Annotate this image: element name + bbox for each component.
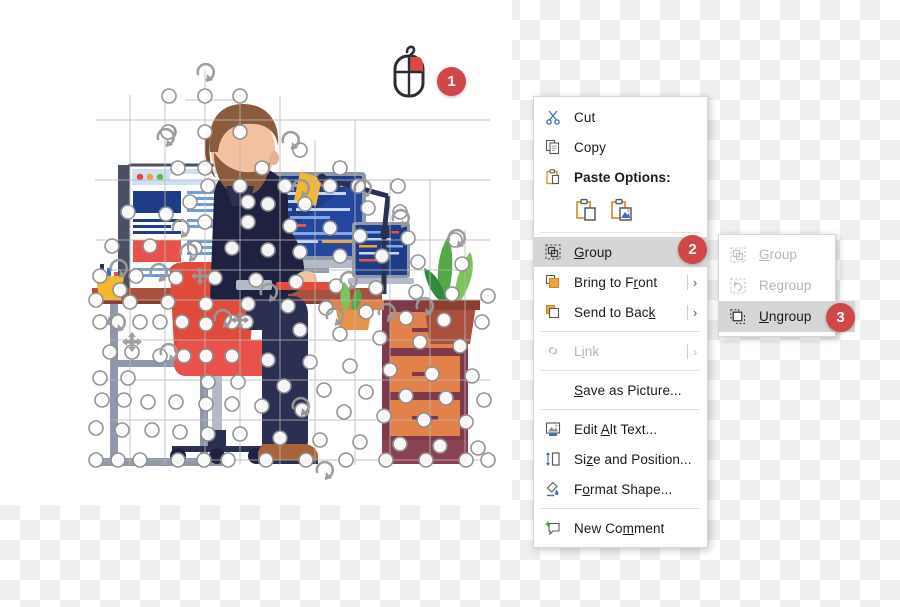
shape-context-menu[interactable]: Cut Copy Paste Options: Group Bring to F… bbox=[533, 96, 708, 548]
group-submenu[interactable]: Group Regroup Ungroup bbox=[718, 234, 855, 337]
menu-item-format-shape[interactable]: Format Shape... bbox=[534, 474, 707, 504]
illustration-canvas bbox=[0, 0, 512, 505]
menu-item-bring-to-front[interactable]: Bring to Front › bbox=[534, 267, 707, 297]
submenu-item-regroup: Regroup bbox=[719, 270, 835, 301]
copy-icon bbox=[542, 137, 564, 157]
bring-to-front-icon bbox=[542, 272, 564, 292]
menu-item-save-as-picture[interactable]: Save as Picture... bbox=[534, 375, 707, 405]
menu-item-copy[interactable]: Copy bbox=[534, 132, 707, 162]
group-icon bbox=[542, 242, 564, 262]
new-comment-icon bbox=[542, 518, 564, 538]
menu-item-size-and-position[interactable]: Size and Position... bbox=[534, 444, 707, 474]
screenshot-stage: 1 Cut Copy Paste Options: Group Bring to… bbox=[0, 0, 900, 607]
menu-item-label: Link bbox=[574, 343, 600, 359]
paste-picture-icon[interactable] bbox=[609, 198, 633, 222]
link-icon bbox=[542, 341, 564, 361]
menu-item-send-to-back[interactable]: Send to Back › bbox=[534, 297, 707, 327]
submenu-item-label: Group bbox=[759, 247, 798, 262]
submenu-item-label: Regroup bbox=[759, 278, 812, 293]
menu-separator bbox=[541, 508, 700, 509]
menu-item-new-comment[interactable]: New Comment bbox=[534, 513, 707, 543]
menu-item-link: Link › bbox=[534, 336, 707, 366]
submenu-item-group: Group bbox=[719, 239, 835, 270]
send-to-back-icon bbox=[542, 302, 564, 322]
group-icon bbox=[727, 245, 749, 265]
step-badge-1: 1 bbox=[437, 67, 466, 96]
edit-alt-text-icon bbox=[542, 419, 564, 439]
right-click-mouse-icon bbox=[389, 42, 429, 100]
menu-item-label: Cut bbox=[574, 109, 596, 125]
menu-item-cut[interactable]: Cut bbox=[534, 102, 707, 132]
chevron-right-icon: › bbox=[681, 274, 703, 290]
menu-item-label: Edit Alt Text... bbox=[574, 421, 658, 437]
paste-icon bbox=[542, 167, 564, 187]
menu-item-label: Save as Picture... bbox=[574, 382, 682, 398]
menu-item-label: Copy bbox=[574, 139, 606, 155]
chevron-right-icon: › bbox=[681, 343, 703, 359]
no-icon bbox=[542, 380, 564, 400]
menu-item-label: New Comment bbox=[574, 520, 665, 536]
menu-header-paste-options: Paste Options: bbox=[534, 162, 707, 192]
menu-item-label: Send to Back bbox=[574, 304, 656, 320]
scissors-icon bbox=[542, 107, 564, 127]
size-and-position-icon bbox=[542, 449, 564, 469]
step-badge-3: 3 bbox=[826, 303, 855, 332]
developer-at-desk-illustration[interactable] bbox=[0, 0, 512, 505]
menu-separator bbox=[541, 331, 700, 332]
paste-options-row[interactable] bbox=[534, 192, 707, 228]
menu-item-label: Size and Position... bbox=[574, 451, 692, 467]
menu-item-label: Format Shape... bbox=[574, 481, 673, 497]
regroup-icon bbox=[727, 276, 749, 296]
menu-separator bbox=[541, 409, 700, 410]
paste-keep-source-formatting-icon[interactable] bbox=[574, 198, 598, 222]
ungroup-icon bbox=[727, 307, 749, 327]
menu-item-label: Paste Options: bbox=[574, 169, 671, 185]
chevron-right-icon: › bbox=[681, 304, 703, 320]
menu-item-label: Bring to Front bbox=[574, 274, 658, 290]
step-badge-2: 2 bbox=[678, 235, 707, 264]
menu-separator bbox=[541, 232, 700, 233]
menu-separator bbox=[541, 370, 700, 371]
menu-item-edit-alt-text[interactable]: Edit Alt Text... bbox=[534, 414, 707, 444]
format-shape-icon bbox=[542, 479, 564, 499]
